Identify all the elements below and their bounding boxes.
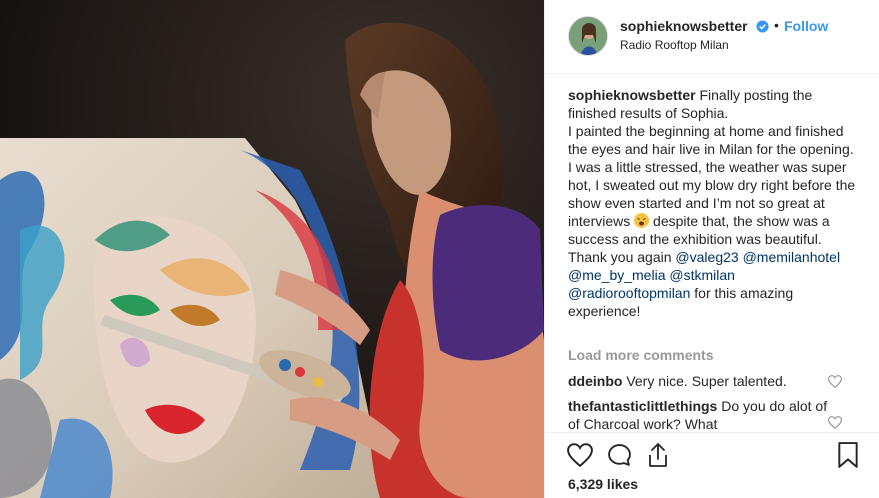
- verified-badge-icon: [756, 20, 769, 33]
- mention-link[interactable]: @valeg23: [675, 249, 738, 265]
- comment: thefantasticlittlethings Do you do alot …: [568, 397, 838, 431]
- caption-username[interactable]: sophieknowsbetter: [568, 87, 696, 103]
- share-icon[interactable]: [646, 442, 670, 468]
- avatar-image: [569, 17, 607, 55]
- instagram-post: sophieknowsbetter • Follow Radio Rooftop…: [0, 0, 879, 498]
- avatar[interactable]: [568, 16, 608, 56]
- location-link[interactable]: Radio Rooftop Milan: [620, 38, 729, 52]
- weary-face-emoji-icon: [634, 213, 650, 228]
- comment-like-heart-icon[interactable]: [828, 375, 842, 388]
- comment-text: Very nice. Super talented.: [626, 373, 787, 389]
- painting-scene-image: [0, 0, 544, 498]
- post-sidebar: sophieknowsbetter • Follow Radio Rooftop…: [544, 0, 879, 498]
- post-header: sophieknowsbetter • Follow Radio Rooftop…: [545, 0, 879, 74]
- comment-username[interactable]: thefantasticlittlethings: [568, 398, 717, 414]
- mention-link[interactable]: @stkmilan: [669, 267, 735, 283]
- actions-divider: [545, 432, 879, 433]
- mention-link[interactable]: @me_by_melia: [568, 267, 665, 283]
- likes-count[interactable]: 6,329 likes: [568, 476, 638, 492]
- bookmark-icon[interactable]: [837, 442, 859, 468]
- follow-button[interactable]: Follow: [784, 18, 828, 34]
- comment-username[interactable]: ddeinbo: [568, 373, 622, 389]
- author-username[interactable]: sophieknowsbetter: [620, 18, 748, 34]
- comment-icon[interactable]: [607, 443, 632, 468]
- load-more-comments-button[interactable]: Load more comments: [568, 347, 713, 363]
- comment-like-heart-icon[interactable]: [828, 416, 842, 429]
- post-photo[interactable]: [0, 0, 544, 498]
- heart-icon[interactable]: [567, 443, 593, 467]
- mention-link[interactable]: @radiorooftopmilan: [568, 285, 690, 301]
- caption: sophieknowsbetter Finally posting the fi…: [568, 86, 860, 320]
- mention-link[interactable]: @memilanhotel: [743, 249, 840, 265]
- separator-dot: •: [774, 17, 779, 33]
- comment: ddeinbo Very nice. Super talented.: [568, 372, 838, 390]
